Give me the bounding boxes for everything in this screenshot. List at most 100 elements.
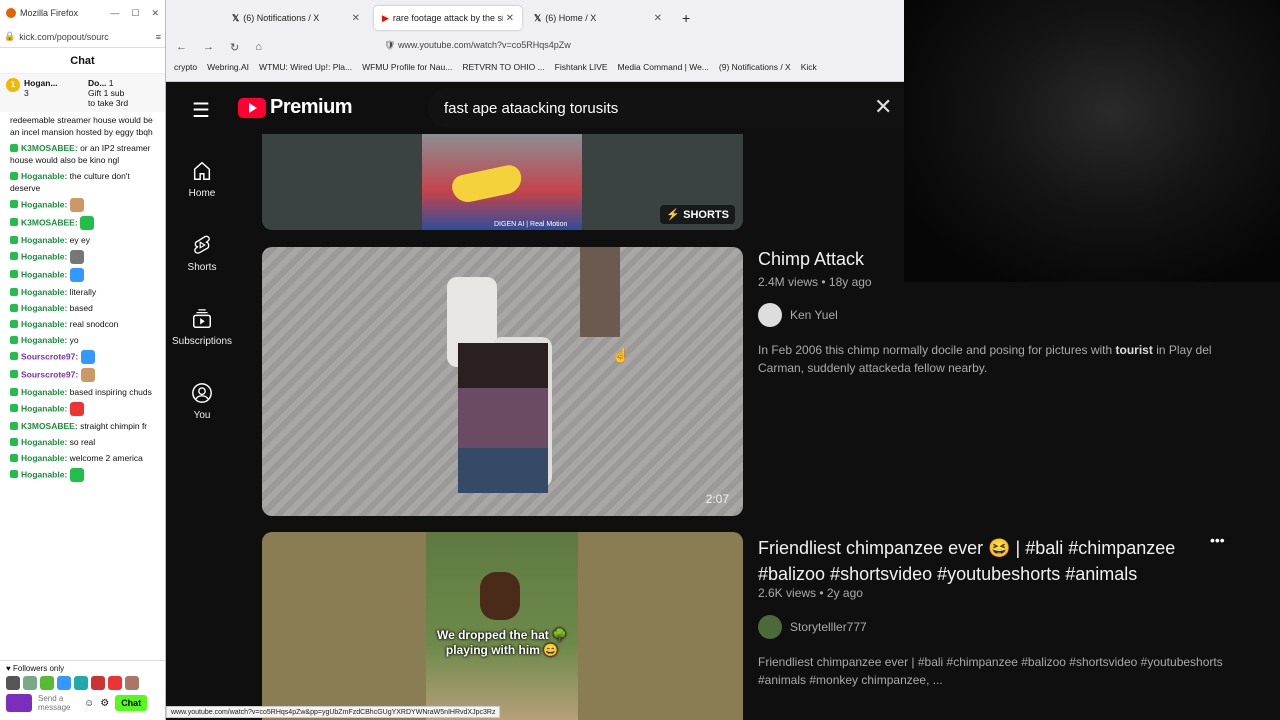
chat-username[interactable]: Sourscrote97: <box>21 369 78 379</box>
video-meta: 2.6K views • 2y ago <box>758 586 863 600</box>
chat-username[interactable]: Hoganable: <box>21 269 67 279</box>
chat-message: Sourscrote97: <box>0 348 165 366</box>
channel-row[interactable]: Ken Yuel <box>758 303 838 327</box>
video-thumbnail[interactable]: We dropped the hat 🌳 playing with him 😄 <box>262 532 743 720</box>
bookmark-item[interactable]: WFMU Profile for Nau... <box>362 62 452 72</box>
user-badge-icon <box>10 470 18 479</box>
chat-username[interactable]: K3MOSABEE: <box>21 421 78 431</box>
settings-icon[interactable]: ⚙ <box>100 698 109 709</box>
sidebar-item-you[interactable]: You <box>166 364 238 438</box>
emoji-icon[interactable]: ☺ <box>84 698 94 709</box>
close-icon[interactable]: ✕ <box>151 8 159 19</box>
video-thumbnail-shorts[interactable]: DIGEN AI | Real Motion ⚡ SHORTS <box>262 134 743 230</box>
sidebar-item-subscriptions[interactable]: Subscriptions <box>166 290 238 364</box>
webcam-overlay <box>904 0 1280 282</box>
tab-home[interactable]: 𝕏 (6) Home / X ✕ <box>526 6 670 30</box>
bookmark-item[interactable]: WTMU: Wired Up!: Pla... <box>259 62 352 72</box>
sidebar-item-home[interactable]: Home <box>166 142 238 216</box>
youtube-logo[interactable]: Premium <box>238 96 353 119</box>
user-badge-icon <box>10 454 18 462</box>
chat-username[interactable]: Hoganable: <box>21 453 67 463</box>
bookmark-item[interactable]: (9) Notifications / X <box>719 62 791 72</box>
new-tab-button[interactable]: + <box>674 6 698 30</box>
address-bar[interactable]: 🛡 www.youtube.com/watch?v=co5RHqs4pZw <box>384 40 571 51</box>
video-title[interactable]: Friendliest chimpanzee ever 😆 | #bali #c… <box>758 535 1198 587</box>
channel-row[interactable]: Storytelller777 <box>758 615 867 639</box>
user-badge-icon <box>10 218 18 227</box>
emote-icon[interactable] <box>108 676 122 690</box>
chat-username[interactable]: Hoganable: <box>21 171 67 181</box>
home-icon <box>193 161 211 180</box>
bookmark-item[interactable]: Kick <box>801 62 817 72</box>
bookmark-item[interactable]: Webring.AI <box>207 62 249 72</box>
bookmark-item[interactable]: Fishtank LIVE <box>555 62 608 72</box>
back-icon[interactable]: ← <box>176 41 187 53</box>
popout-urlbar[interactable]: 🔒 kick.com/popout/sourc ≡ <box>0 26 165 48</box>
reload-icon[interactable]: ↻ <box>230 41 239 54</box>
youtube-topbar: ☰ Premium fast ape ataacking torusits ✕ <box>166 82 904 134</box>
chat-username[interactable]: Hoganable: <box>21 235 67 245</box>
maximize-icon[interactable]: ☐ <box>131 8 139 19</box>
pinned-user-name[interactable]: Hogan... <box>24 78 58 88</box>
sidebar-item-shorts[interactable]: Shorts <box>166 216 238 290</box>
bookmark-item[interactable]: Media Command | We... <box>618 62 709 72</box>
emote-icon[interactable] <box>74 676 88 690</box>
window-titlebar: Mozilla Firefox — ☐ ✕ <box>0 0 165 26</box>
thumbnail-watermark: DIGEN AI | Real Motion <box>494 221 568 228</box>
emote-icon[interactable] <box>40 676 54 690</box>
chat-text: so real <box>69 437 96 447</box>
close-tab-icon[interactable]: ✕ <box>654 13 662 24</box>
clear-search-icon[interactable]: ✕ <box>874 96 892 118</box>
heart-icon: ♥ <box>6 664 13 673</box>
tab-youtube[interactable]: ▶rare footage attack by the silve✕ <box>374 6 522 30</box>
forward-icon[interactable]: → <box>203 41 214 53</box>
emote-icon[interactable] <box>91 676 105 690</box>
close-tab-icon[interactable]: ✕ <box>506 13 514 24</box>
chat-username[interactable]: Hoganable: <box>21 387 67 397</box>
chat-username[interactable]: Hoganable: <box>21 403 67 413</box>
chat-header: Chat <box>0 48 165 74</box>
video-title[interactable]: Chimp Attack <box>758 249 864 270</box>
bookmark-item[interactable]: crypto <box>174 62 197 72</box>
emote-icon[interactable] <box>57 676 71 690</box>
emote-icon[interactable] <box>6 676 20 690</box>
close-tab-icon[interactable]: ✕ <box>352 13 360 24</box>
chat-username[interactable]: K3MOSABEE: <box>21 143 78 153</box>
more-options-icon[interactable]: ••• <box>1210 532 1225 548</box>
chat-input-row: Send a message ☺ ⚙ Chat <box>0 690 165 716</box>
chat-message: Hoganable: so real <box>0 434 165 450</box>
chat-username[interactable]: K3MOSABEE: <box>21 217 78 227</box>
menu-icon[interactable]: ≡ <box>156 32 161 42</box>
cursor-icon: ☝ <box>612 347 630 363</box>
chat-username[interactable]: Sourscrote97: <box>21 351 78 361</box>
bookmark-item[interactable]: RETVRN TO OHIO ... <box>462 62 544 72</box>
minimize-icon[interactable]: — <box>110 8 119 19</box>
chat-message: Hoganable: <box>0 400 165 418</box>
chat-username[interactable]: Hoganable: <box>21 319 67 329</box>
chat-username[interactable]: Hoganable: <box>21 251 67 261</box>
chat-username[interactable]: Hoganable: <box>21 287 67 297</box>
hamburger-menu-icon[interactable]: ☰ <box>192 98 210 123</box>
chat-username[interactable]: Hoganable: <box>21 335 67 345</box>
emote-icon[interactable] <box>125 676 139 690</box>
chat-input[interactable]: Send a message <box>38 694 78 712</box>
emote-icon <box>69 268 84 282</box>
emote-icon[interactable] <box>23 676 37 690</box>
home-icon[interactable]: ⌂ <box>255 41 262 53</box>
chat-username[interactable]: Hoganable: <box>21 469 67 479</box>
user-badge-icon <box>10 422 18 430</box>
chat-username[interactable]: Hoganable: <box>21 303 67 313</box>
channel-name: Ken Yuel <box>790 308 838 322</box>
chat-send-button[interactable]: Chat <box>115 695 148 711</box>
chat-message-list: redeemable streamer house would be an in… <box>0 112 165 484</box>
chat-username[interactable]: Hoganable: <box>21 437 67 447</box>
thumbnail-caption: We dropped the hat 🌳 playing with him 😄 <box>436 628 568 657</box>
tab-notifications[interactable]: 𝕏 (6) Notifications / X ✕ <box>224 6 368 30</box>
video-thumbnail[interactable]: 2:07 <box>262 247 743 516</box>
user-badge-icon <box>10 144 18 152</box>
emote-row <box>0 676 165 690</box>
search-input[interactable]: fast ape ataacking torusits <box>428 88 904 128</box>
pinned-user-name[interactable]: Do... <box>88 78 106 88</box>
microphone-icon[interactable] <box>6 694 32 712</box>
chat-username[interactable]: Hoganable: <box>21 199 67 209</box>
